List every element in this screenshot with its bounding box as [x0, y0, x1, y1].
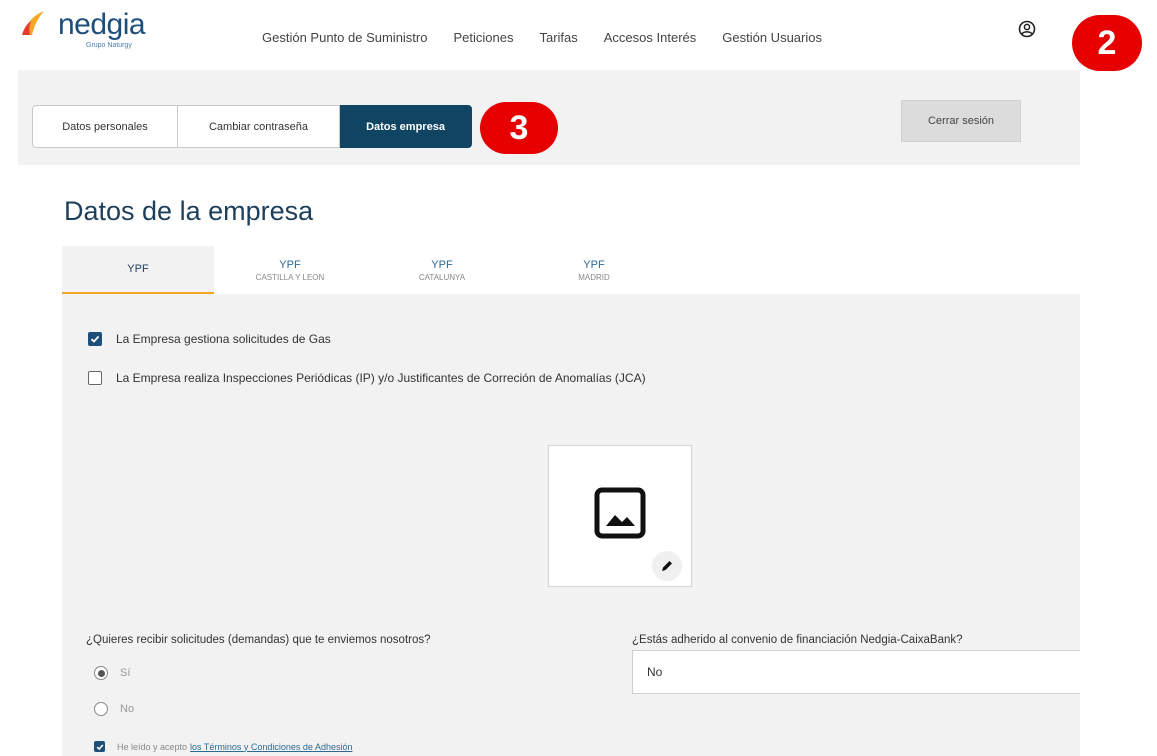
- brand-name: nedgia: [58, 8, 146, 41]
- radio-dot: [97, 669, 105, 677]
- tab-cambiar-contrasena[interactable]: Cambiar contraseña: [178, 105, 340, 148]
- tab-datos-personales[interactable]: Datos personales: [32, 105, 178, 148]
- nav-peticiones[interactable]: Peticiones: [453, 30, 513, 45]
- logout-button[interactable]: Cerrar sesión: [901, 100, 1021, 142]
- image-placeholder-icon: [594, 487, 646, 539]
- company-tab-region: MADRID: [578, 272, 610, 282]
- company-tab-name: YPF: [431, 258, 453, 271]
- checkbox-label: La Empresa gestiona solicitudes de Gas: [116, 332, 331, 346]
- nedgia-logo[interactable]: nedgia Grupo Naturgy: [22, 6, 146, 49]
- nav-gestion-usuarios[interactable]: Gestión Usuarios: [722, 30, 822, 45]
- page-title: Datos de la empresa: [64, 196, 314, 226]
- checkbox-inspecciones-row: La Empresa realiza Inspecciones Periódic…: [88, 371, 646, 385]
- radio-si-row: Sí: [94, 666, 130, 680]
- nav-accesos-interes[interactable]: Accesos Interés: [604, 30, 697, 45]
- nav-gestion-punto-suministro[interactable]: Gestión Punto de Suministro: [262, 30, 427, 45]
- company-tabs: YPF YPF CASTILLA Y LEON YPF CATALUNYA YP…: [62, 246, 670, 294]
- edit-logo-button[interactable]: [652, 551, 682, 581]
- company-tab-region: CATALUNYA: [418, 272, 466, 282]
- company-tab-name: YPF: [127, 263, 149, 275]
- checkbox-gestiona-gas[interactable]: [88, 332, 102, 346]
- company-tab-name: YPF: [279, 258, 301, 271]
- terms-row: He leído y acepto los Términos y Condici…: [94, 741, 352, 752]
- top-header: nedgia Grupo Naturgy Gestión Punto de Su…: [0, 0, 1157, 70]
- brand-subtitle: Grupo Naturgy: [86, 42, 132, 49]
- checkbox-gestiona-gas-row: La Empresa gestiona solicitudes de Gas: [88, 332, 331, 346]
- flame-icon: [22, 11, 44, 35]
- company-tab-ypf-castilla-y-leon[interactable]: YPF CASTILLA Y LEON: [214, 246, 366, 294]
- checkbox-inspecciones[interactable]: [88, 371, 102, 385]
- terms-link[interactable]: los Términos y Condiciones de Adhesión: [190, 742, 352, 752]
- main-nav: Gestión Punto de Suministro Peticiones T…: [262, 30, 848, 45]
- pencil-icon: [662, 561, 672, 571]
- radio-label: No: [120, 703, 135, 715]
- annotation-badge-2: 2: [1072, 15, 1142, 71]
- terms-prefix: He leído y acepto: [117, 741, 188, 752]
- nav-tarifas[interactable]: Tarifas: [539, 30, 577, 45]
- tab-datos-empresa[interactable]: Datos empresa: [340, 105, 472, 148]
- receive-requests-question: ¿Quieres recibir solicitudes (demandas) …: [86, 634, 431, 646]
- check-icon: [96, 743, 103, 750]
- radio-si[interactable]: [94, 666, 108, 680]
- radio-no-row: No: [94, 702, 134, 716]
- account-tabs: Datos personales Cambiar contraseña Dato…: [32, 105, 472, 148]
- checkbox-label: La Empresa realiza Inspecciones Periódic…: [116, 371, 646, 385]
- radio-no[interactable]: [94, 702, 108, 716]
- page: nedgia Grupo Naturgy Gestión Punto de Su…: [0, 0, 1157, 756]
- radio-label: Sí: [120, 667, 131, 679]
- check-icon: [90, 335, 100, 343]
- financing-select[interactable]: No: [632, 650, 1080, 694]
- company-logo-upload[interactable]: [548, 445, 692, 587]
- company-tab-name: YPF: [583, 258, 605, 271]
- company-tab-ypf[interactable]: YPF: [62, 246, 214, 294]
- company-tab-ypf-madrid[interactable]: YPF MADRID: [518, 246, 670, 294]
- financing-question: ¿Estás adherido al convenio de financiac…: [632, 634, 963, 646]
- company-tab-region: CASTILLA Y LEON: [255, 272, 325, 282]
- terms-checkbox[interactable]: [94, 741, 105, 752]
- company-tab-ypf-catalunya[interactable]: YPF CATALUNYA: [366, 246, 518, 294]
- user-circle-icon[interactable]: [1018, 20, 1036, 38]
- annotation-badge-3: 3: [480, 102, 558, 154]
